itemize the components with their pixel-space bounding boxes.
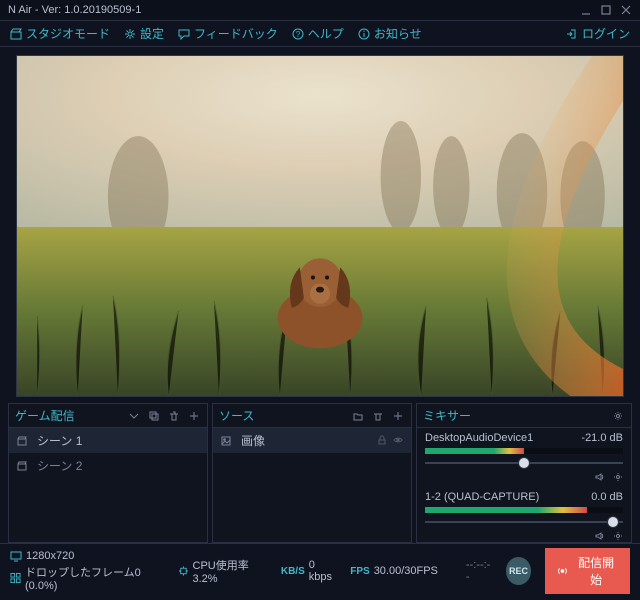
help-button[interactable]: ? ヘルプ — [292, 25, 344, 42]
studio-mode-label: スタジオモード — [26, 25, 110, 42]
feedback-label: フィードバック — [194, 25, 278, 42]
svg-text:?: ? — [296, 30, 301, 39]
clapboard-icon — [10, 28, 22, 40]
fps-stat: FPS 30.00/30FPS — [350, 565, 438, 577]
source-add-button[interactable] — [391, 409, 405, 423]
maximize-button[interactable] — [600, 4, 612, 16]
window-title: N Air - Ver: 1.0.20190509-1 — [8, 4, 141, 16]
mixer-panel: ミキサー DesktopAudioDevice1 -21.0 dB — [416, 403, 632, 543]
preview-area — [0, 47, 640, 401]
scene-item[interactable]: シーン 1 — [9, 428, 207, 453]
volume-slider[interactable] — [425, 515, 623, 529]
scene-item-label: シーン 1 — [37, 432, 82, 449]
scene-add-button[interactable] — [187, 409, 201, 423]
scene-item[interactable]: シーン 2 — [9, 453, 207, 478]
scenes-panel: ゲーム配信 シーン 1 シーン 2 — [8, 403, 208, 543]
minimize-button[interactable] — [580, 4, 592, 16]
help-label: ヘルプ — [308, 25, 344, 42]
sources-list: 画像 — [213, 428, 411, 542]
mute-button[interactable] — [595, 531, 605, 542]
sources-panel: ソース 画像 — [212, 403, 412, 543]
scene-delete-button[interactable] — [167, 409, 181, 423]
channel-name: DesktopAudioDevice1 — [425, 432, 533, 444]
chat-icon — [178, 28, 190, 40]
settings-button[interactable]: 設定 — [124, 25, 164, 42]
source-item-label: 画像 — [241, 432, 265, 449]
info-label: お知らせ — [374, 25, 422, 42]
mute-button[interactable] — [595, 472, 605, 485]
mixer-channel: DesktopAudioDevice1 -21.0 dB — [417, 428, 631, 487]
login-button[interactable]: ログイン — [566, 25, 630, 42]
title-bar: N Air - Ver: 1.0.20190509-1 — [0, 0, 640, 21]
info-button[interactable]: お知らせ — [358, 25, 422, 42]
mixer-channel: 1-2 (QUAD-CAPTURE) 0.0 dB — [417, 487, 631, 542]
record-button[interactable]: REC — [506, 557, 532, 585]
clapboard-icon — [17, 461, 31, 471]
sources-title: ソース — [219, 407, 345, 424]
status-bar: 1280x720 ドロップしたフレーム0 (0.0%) CPU使用率3.2% K… — [0, 543, 640, 600]
scenes-dropdown-button[interactable] — [127, 409, 141, 423]
main-toolbar: スタジオモード 設定 フィードバック ? ヘルプ お知らせ ログイン — [0, 21, 640, 47]
timecode: --:--:-- — [466, 559, 492, 583]
monitor-icon — [10, 550, 22, 562]
gear-icon — [124, 28, 136, 40]
scene-item-label: シーン 2 — [37, 457, 82, 474]
clapboard-icon — [17, 436, 31, 446]
mixer-title: ミキサー — [423, 407, 605, 424]
channel-db: -21.0 dB — [581, 432, 623, 444]
help-icon: ? — [292, 28, 304, 40]
scene-copy-button[interactable] — [147, 409, 161, 423]
scenes-title: ゲーム配信 — [15, 407, 121, 424]
close-button[interactable] — [620, 4, 632, 16]
cpu-stat: CPU使用率3.2% — [178, 557, 267, 585]
grid-icon — [10, 572, 21, 584]
login-label: ログイン — [582, 25, 630, 42]
preview-canvas[interactable] — [16, 55, 624, 397]
visibility-icon[interactable] — [393, 434, 403, 448]
level-meter — [425, 507, 623, 513]
lock-icon[interactable] — [377, 434, 387, 448]
start-stream-label: 配信開始 — [574, 554, 618, 588]
mixer-list: DesktopAudioDevice1 -21.0 dB 1-2 (QUAD-C… — [417, 428, 631, 542]
studio-mode-button[interactable]: スタジオモード — [10, 25, 110, 42]
source-delete-button[interactable] — [371, 409, 385, 423]
channel-settings-button[interactable] — [613, 472, 623, 485]
start-stream-button[interactable]: 配信開始 — [545, 548, 630, 594]
level-meter — [425, 448, 623, 454]
cpu-icon — [178, 565, 189, 577]
bitrate-stat: KB/S 0 kbps — [281, 559, 336, 583]
login-icon — [566, 28, 578, 40]
feedback-button[interactable]: フィードバック — [178, 25, 278, 42]
channel-settings-button[interactable] — [613, 531, 623, 542]
broadcast-icon — [557, 565, 568, 577]
settings-label: 設定 — [140, 25, 164, 42]
volume-slider[interactable] — [425, 456, 623, 470]
resolution-stat: 1280x720 — [10, 550, 164, 562]
image-icon — [221, 436, 235, 446]
dropped-frames-stat: ドロップしたフレーム0 (0.0%) — [10, 564, 164, 592]
channel-db: 0.0 dB — [591, 491, 623, 503]
info-icon — [358, 28, 370, 40]
scenes-list: シーン 1 シーン 2 — [9, 428, 207, 542]
channel-name: 1-2 (QUAD-CAPTURE) — [425, 491, 539, 503]
source-item[interactable]: 画像 — [213, 428, 411, 453]
source-folder-button[interactable] — [351, 409, 365, 423]
mixer-settings-button[interactable] — [611, 409, 625, 423]
